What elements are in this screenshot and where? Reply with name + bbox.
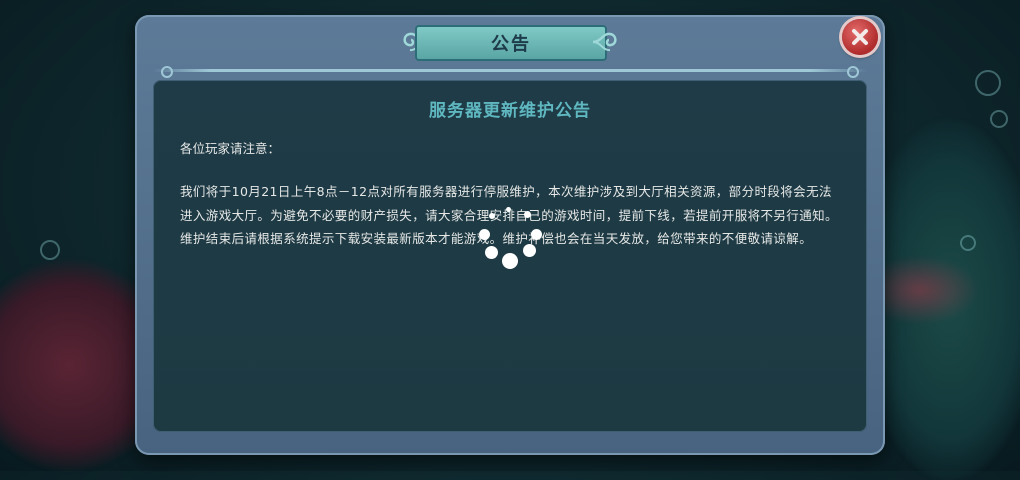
notice-heading: 服务器更新维护公告 <box>429 101 591 121</box>
dialog-title-plate: 公告 <box>415 25 607 61</box>
spinner-dot <box>502 253 518 269</box>
spinner-dot <box>479 229 490 240</box>
divider-end-icon <box>161 66 173 78</box>
dialog-title: 公告 <box>491 34 531 55</box>
spinner-dot <box>524 211 531 218</box>
close-button[interactable] <box>842 19 878 55</box>
close-x-icon <box>852 29 868 45</box>
spinner-dot <box>485 246 498 259</box>
bubble-icon <box>960 235 976 251</box>
notice-greeting: 各位玩家请注意： <box>180 141 281 156</box>
title-ornament-icon <box>592 32 617 52</box>
title-divider <box>153 69 867 72</box>
bubble-icon <box>990 110 1008 128</box>
spinner-dot <box>531 229 542 240</box>
bubble-icon <box>40 240 60 260</box>
loading-spinner-icon <box>476 205 546 270</box>
bubble-icon <box>975 70 1001 96</box>
spinner-dot <box>506 207 511 212</box>
spinner-dot <box>523 244 536 257</box>
spinner-dot <box>489 213 495 219</box>
divider-end-icon <box>847 66 859 78</box>
